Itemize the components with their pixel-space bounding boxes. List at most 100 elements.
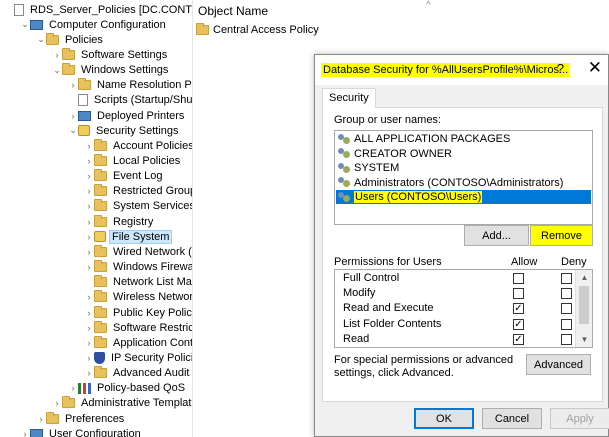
user-list-item[interactable]: SYSTEM [336, 161, 591, 175]
tree-item[interactable]: ⌄ Policies [0, 32, 105, 47]
folder-icon [94, 275, 107, 288]
collapsed-chevron-icon[interactable]: › [84, 335, 94, 350]
user-list-item[interactable]: Administrators (CONTOSO\Administrators) [336, 176, 591, 190]
tree-item[interactable]: › IP Security Policies [0, 350, 192, 365]
collapsed-chevron-icon[interactable]: › [52, 47, 62, 62]
tree-item[interactable]: ⌄ Security Settings [0, 123, 181, 138]
tree-item[interactable]: › Application Control [0, 335, 192, 350]
collapsed-chevron-icon[interactable]: › [52, 396, 62, 411]
collapsed-chevron-icon[interactable]: › [84, 138, 94, 153]
scroll-thumb[interactable] [579, 286, 589, 324]
tree-item[interactable]: › Preferences [0, 411, 126, 426]
scroll-up-icon[interactable]: ▲ [576, 270, 592, 285]
remove-button[interactable]: Remove [530, 225, 593, 246]
permission-row: Read ✓ [335, 332, 575, 347]
tree-item[interactable]: › Event Log [0, 169, 165, 184]
tree-item[interactable]: › Deployed Printers [0, 108, 186, 123]
collapsed-chevron-icon[interactable]: › [84, 184, 94, 199]
collapsed-chevron-icon[interactable]: › [84, 214, 94, 229]
allow-checkbox[interactable]: ✓ [513, 303, 524, 315]
allow-checkbox[interactable]: ✓ [513, 333, 524, 345]
pane-splitter[interactable] [192, 0, 193, 437]
tree-item[interactable]: › System Services [0, 199, 192, 214]
collapsed-chevron-icon[interactable]: › [84, 290, 94, 305]
expanded-chevron-icon[interactable]: ⌄ [52, 63, 62, 78]
tree-item[interactable]: › User Configuration [0, 426, 143, 437]
collapsed-chevron-icon[interactable]: › [84, 320, 94, 335]
collapsed-chevron-icon[interactable]: › [84, 169, 94, 184]
folder-icon [62, 47, 75, 60]
user-name: CREATOR OWNER [354, 147, 452, 160]
collapsed-chevron-icon[interactable]: › [20, 426, 30, 437]
tab-security[interactable]: Security [322, 88, 376, 108]
allow-checkbox[interactable]: ✓ [513, 318, 524, 330]
tree-item-label: Software Restriction [113, 321, 192, 334]
tree-item[interactable]: › Restricted Groups [0, 184, 192, 199]
allow-column-header: Allow [511, 256, 538, 268]
tree-item-label: Account Policies [113, 139, 192, 152]
expanded-chevron-icon[interactable]: ⌄ [68, 123, 78, 138]
allow-checkbox[interactable] [513, 288, 524, 300]
list-item-label: Central Access Policy [213, 24, 319, 36]
tree-item[interactable]: › Registry [0, 214, 155, 229]
tree-item[interactable]: › File System [0, 229, 173, 244]
deny-checkbox[interactable] [561, 288, 572, 300]
permissions-scrollbar[interactable]: ▲ ▼ [575, 270, 592, 347]
tree-item[interactable]: Scripts (Startup/Shutdo [0, 93, 192, 108]
user-list-item[interactable]: Users (CONTOSO\Users) [336, 190, 591, 204]
tree-item[interactable]: › Wired Network (IEEE [0, 244, 192, 259]
collapsed-chevron-icon[interactable]: › [84, 199, 94, 214]
tree-item[interactable]: › Name Resolution Policy [0, 78, 192, 93]
collapsed-chevron-icon[interactable]: › [84, 366, 94, 381]
collapsed-chevron-icon[interactable]: › [36, 411, 46, 426]
tree-item-label: IP Security Policies [111, 351, 192, 364]
collapsed-chevron-icon[interactable]: › [84, 154, 94, 169]
tree-item[interactable]: › Windows Firewall w [0, 260, 192, 275]
list-item[interactable]: Central Access Policy [196, 23, 319, 36]
tree-item[interactable]: ⌄ Computer Configuration [0, 17, 168, 32]
close-button[interactable]: ✕ [588, 58, 602, 78]
collapsed-chevron-icon[interactable]: › [84, 260, 94, 275]
user-name: ALL APPLICATION PACKAGES [354, 133, 511, 145]
deny-checkbox[interactable] [561, 333, 572, 345]
tree-item[interactable]: › Wireless Network (II [0, 290, 192, 305]
advanced-button[interactable]: Advanced [526, 354, 591, 375]
deny-checkbox[interactable] [561, 273, 572, 284]
tree-item[interactable]: › Policy-based QoS [0, 381, 187, 396]
collapsed-chevron-icon[interactable]: › [84, 350, 94, 365]
apply-button[interactable]: Apply [550, 408, 609, 429]
tree-item[interactable]: ⌄ Windows Settings [0, 63, 170, 78]
cancel-button[interactable]: Cancel [482, 408, 542, 429]
tree-item[interactable]: RDS_Server_Policies [DC.CONTOSO.Co [0, 2, 192, 17]
collapsed-chevron-icon[interactable]: › [68, 381, 78, 396]
collapsed-chevron-icon[interactable]: › [68, 108, 78, 123]
deny-checkbox[interactable] [561, 318, 572, 330]
help-button[interactable]: ? [557, 61, 564, 76]
tree-item-label: Software Settings [81, 48, 168, 61]
tree-item[interactable]: › Software Settings [0, 47, 169, 62]
collapsed-chevron-icon[interactable]: › [84, 229, 94, 244]
user-list-item[interactable]: ALL APPLICATION PACKAGES [336, 132, 591, 146]
tree-item[interactable]: › Local Policies [0, 154, 182, 169]
tree-item[interactable]: › Software Restriction [0, 320, 192, 335]
scroll-down-icon[interactable]: ▼ [576, 332, 592, 347]
expanded-chevron-icon[interactable]: ⌄ [20, 17, 30, 32]
shield-icon [94, 351, 105, 364]
expanded-chevron-icon[interactable]: ⌄ [36, 32, 46, 47]
tree-item[interactable]: › Public Key Policies [0, 305, 192, 320]
collapsed-chevron-icon[interactable]: › [68, 78, 78, 93]
tree-item[interactable]: › Advanced Audit Po [0, 366, 192, 381]
tree-item[interactable]: Network List Manag [0, 275, 192, 290]
ok-button[interactable]: OK [414, 408, 474, 429]
add-button[interactable]: Add... [464, 225, 529, 246]
tree-item[interactable]: › Administrative Templates: [0, 396, 192, 411]
collapsed-chevron-icon[interactable]: › [84, 244, 94, 259]
allow-checkbox[interactable] [513, 273, 524, 284]
column-header-object-name[interactable]: Object Name [198, 4, 268, 18]
user-list[interactable]: ALL APPLICATION PACKAGES CREATOR OWNER SYS… [334, 130, 593, 225]
user-list-item[interactable]: CREATOR OWNER [336, 147, 591, 161]
deny-checkbox[interactable] [561, 303, 572, 315]
tree-item[interactable]: › Account Policies [0, 138, 192, 153]
dialog-titlebar[interactable]: Database Security for %AllUsersProfile%\… [315, 55, 608, 85]
collapsed-chevron-icon[interactable]: › [84, 305, 94, 320]
